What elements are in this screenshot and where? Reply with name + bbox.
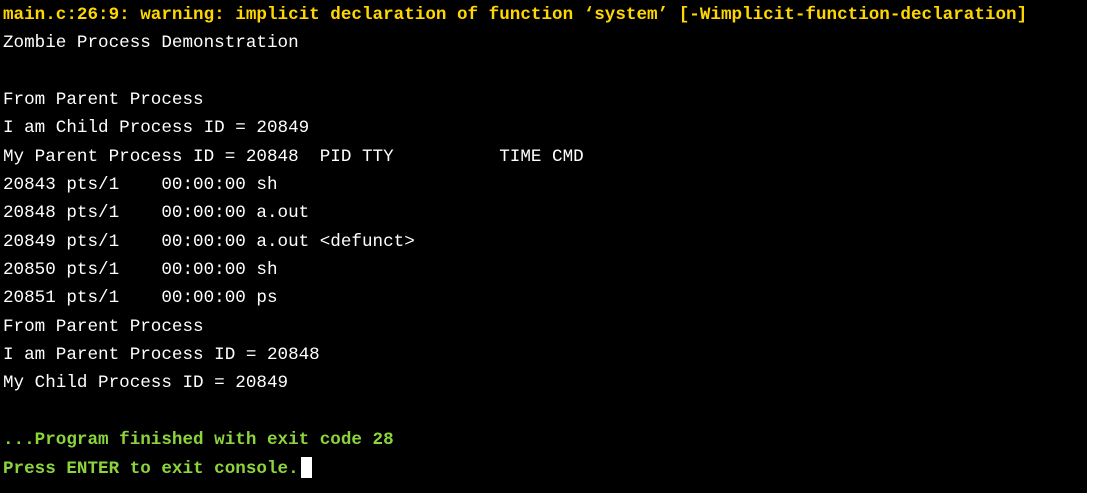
terminal-console[interactable]: main.c:26:9: warning: implicit declarati…: [0, 0, 1087, 493]
output-line: I am Parent Process ID = 20848: [3, 345, 320, 366]
ps-row: 20851 pts/1 00:00:00 ps: [3, 288, 278, 309]
output-line: My Child Process ID = 20849: [3, 373, 289, 394]
text-cursor: [300, 457, 312, 479]
output-line: From Parent Process: [3, 316, 204, 337]
prompt-text: Press ENTER to exit console.: [3, 458, 299, 479]
output-line: Zombie Process Demonstration: [3, 33, 299, 54]
ps-row: 20843 pts/1 00:00:00 sh: [3, 175, 278, 196]
output-line: I am Child Process ID = 20849: [3, 118, 310, 139]
ps-row: 20849 pts/1 00:00:00 a.out <defunct>: [3, 231, 415, 252]
ps-row: 20848 pts/1 00:00:00 a.out: [3, 203, 310, 224]
compiler-warning-line: main.c:26:9: warning: implicit declarati…: [3, 5, 1028, 25]
ps-row: 20850 pts/1 00:00:00 sh: [3, 260, 278, 281]
output-line: My Parent Process ID = 20848 PID TTY TIM…: [3, 146, 584, 167]
window-edge: [1087, 0, 1093, 497]
prompt-line[interactable]: Press ENTER to exit console.: [0, 455, 1087, 483]
exit-code-line: ...Program finished with exit code 28: [3, 430, 394, 451]
output-line: From Parent Process: [3, 90, 204, 111]
